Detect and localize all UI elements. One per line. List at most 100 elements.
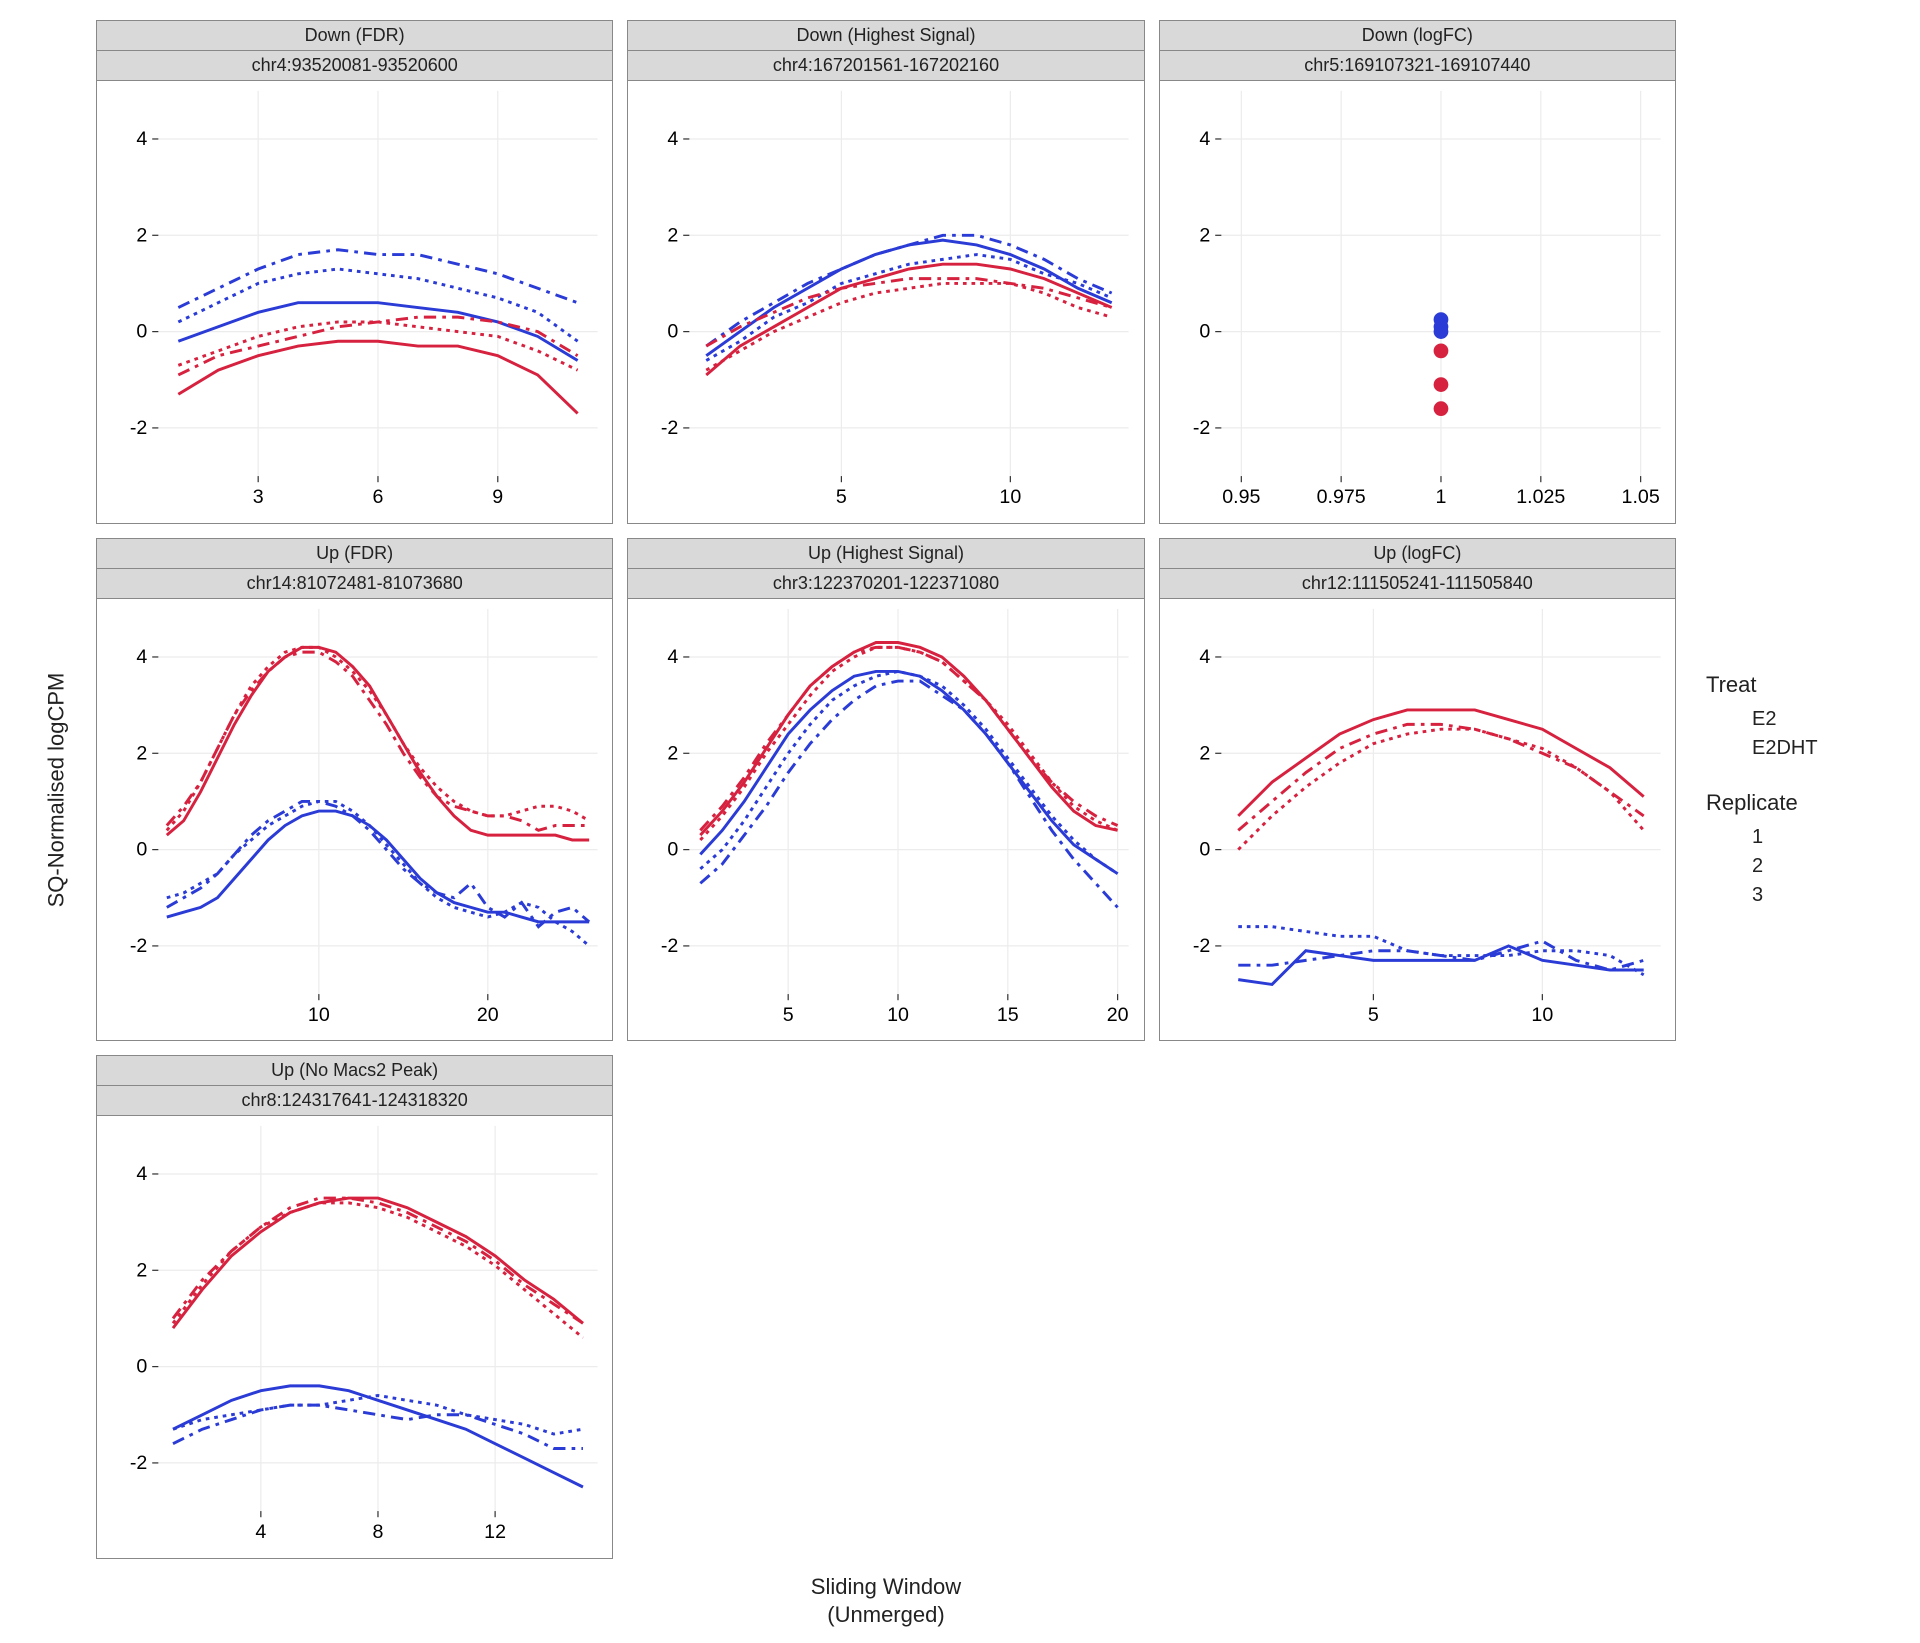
svg-text:0: 0 [136, 321, 147, 343]
facet-title: Up (Highest Signal) [628, 539, 1143, 569]
facet-title: Down (Highest Signal) [628, 21, 1143, 51]
svg-text:2: 2 [136, 1260, 147, 1282]
svg-text:4: 4 [136, 128, 147, 150]
series-E2-rep2 [167, 801, 589, 945]
series-E2-rep1 [1238, 946, 1643, 985]
svg-text:2: 2 [668, 224, 679, 246]
svg-text:5: 5 [836, 486, 847, 508]
svg-text:4: 4 [255, 1521, 266, 1543]
svg-text:0.95: 0.95 [1222, 486, 1260, 508]
svg-text:1.05: 1.05 [1621, 486, 1659, 508]
svg-text:4: 4 [136, 1164, 147, 1186]
series-E2DHT-rep2 [707, 283, 1112, 370]
plot-area: -2024369 [97, 81, 612, 523]
svg-text:5: 5 [783, 1004, 794, 1026]
svg-text:5: 5 [1368, 1004, 1379, 1026]
svg-text:10: 10 [308, 1004, 330, 1026]
svg-text:-2: -2 [130, 417, 147, 439]
facet-title: Down (FDR) [97, 21, 612, 51]
point-E2-rep3 [1433, 324, 1448, 339]
svg-text:2: 2 [136, 742, 147, 764]
svg-text:10: 10 [1000, 486, 1022, 508]
svg-text:8: 8 [373, 1521, 384, 1543]
svg-text:2: 2 [668, 742, 679, 764]
svg-text:0.975: 0.975 [1316, 486, 1365, 508]
svg-text:-2: -2 [1193, 417, 1210, 439]
svg-text:6: 6 [373, 486, 384, 508]
svg-text:-2: -2 [130, 1452, 147, 1474]
legend-item-e2dht: E2DHT [1706, 737, 1890, 760]
series-E2DHT-rep2 [1238, 729, 1643, 849]
series-E2-rep3 [167, 801, 589, 926]
svg-text:20: 20 [477, 1004, 499, 1026]
svg-text:15: 15 [997, 1004, 1019, 1026]
svg-text:4: 4 [1199, 646, 1210, 668]
facet-subtitle: chr14:81072481-81073680 [97, 569, 612, 599]
plot-area: -2 0 2 4 0.95 0.975 1 1.025 1.05 [1160, 81, 1675, 523]
svg-text:-2: -2 [130, 935, 147, 957]
panel-up-fdr: Up (FDR)chr14:81072481-81073680 -2 0 2 4 10 20 [96, 538, 613, 1042]
legend-item-e2: E2 [1706, 708, 1890, 731]
svg-text:0: 0 [136, 1356, 147, 1378]
facet-subtitle: chr8:124317641-124318320 [97, 1086, 612, 1116]
series-E2-rep1 [167, 811, 589, 922]
legend-treat-title: Treat [1706, 672, 1890, 698]
svg-text:0: 0 [1199, 321, 1210, 343]
series-E2DHT-rep1 [701, 642, 1118, 835]
series-E2DHT-rep1 [707, 264, 1112, 375]
svg-text:4: 4 [668, 128, 679, 150]
facet-subtitle: chr4:167201561-167202160 [628, 51, 1143, 81]
facet-subtitle: chr5:169107321-169107440 [1160, 51, 1675, 81]
facet-grid: SQ-Normalised logCPM Down (FDR)chr4:9352… [30, 20, 1890, 1420]
svg-text:1.025: 1.025 [1516, 486, 1565, 508]
svg-text:20: 20 [1107, 1004, 1129, 1026]
panel-down-logfc: Down (logFC)chr5:169107321-169107440 -2 0 2… [1159, 20, 1676, 524]
svg-text:10: 10 [887, 1004, 909, 1026]
panel-up-logfc: Up (logFC)chr12:111505241-111505840 -2 0 2 4… [1159, 538, 1676, 1042]
series-E2DHT-rep2 [167, 647, 589, 830]
svg-text:10: 10 [1531, 1004, 1553, 1026]
y-axis-label: SQ-Normalised logCPM [30, 20, 82, 1559]
svg-text:4: 4 [1199, 128, 1210, 150]
svg-text:-2: -2 [661, 935, 678, 957]
svg-text:-2: -2 [1193, 935, 1210, 957]
svg-text:0: 0 [668, 321, 679, 343]
legend-item-rep2: 2 [1706, 855, 1890, 878]
svg-text:0: 0 [136, 838, 147, 860]
svg-text:4: 4 [668, 646, 679, 668]
svg-text:2: 2 [136, 224, 147, 246]
series-E2DHT-rep3 [1238, 724, 1643, 830]
legend-rep-title: Replicate [1706, 790, 1890, 816]
facet-subtitle: chr3:122370201-122371080 [628, 569, 1143, 599]
svg-text:9: 9 [492, 486, 503, 508]
x-axis-label: Sliding Window(Unmerged) [96, 1573, 1676, 1643]
facet-title: Up (logFC) [1160, 539, 1675, 569]
svg-text:2: 2 [1199, 224, 1210, 246]
svg-text:12: 12 [484, 1521, 506, 1543]
panel-up-nomacs2: Up (No Macs2 Peak)chr8:124317641-1243183… [96, 1055, 613, 1559]
facet-subtitle: chr12:111505241-111505840 [1160, 569, 1675, 599]
panel-down-highest: Down (Highest Signal)chr4:167201561-1672… [627, 20, 1144, 524]
plot-area: -2 0 2 4 4 8 12 [97, 1116, 612, 1558]
legend-item-rep1: 1 [1706, 826, 1890, 849]
point-E2DHT-rep1 [1433, 344, 1448, 359]
plot-area: -2 0 2 4 5 10 [1160, 599, 1675, 1041]
plot-area: -2 0 2 4 10 20 [97, 599, 612, 1041]
facet-title: Down (logFC) [1160, 21, 1675, 51]
svg-text:-2: -2 [661, 417, 678, 439]
facet-subtitle: chr4:93520081-93520600 [97, 51, 612, 81]
plot-area: -2 0 2 4 5 10 15 20 [628, 599, 1143, 1041]
facet-title: Up (FDR) [97, 539, 612, 569]
plot-area: -2 0 2 4 5 10 [628, 81, 1143, 523]
svg-text:0: 0 [1199, 838, 1210, 860]
series-E2-rep1 [701, 671, 1118, 873]
legend-item-rep3: 3 [1706, 884, 1890, 907]
svg-text:0: 0 [668, 838, 679, 860]
svg-text:1: 1 [1435, 486, 1446, 508]
svg-text:2: 2 [1199, 742, 1210, 764]
svg-text:4: 4 [136, 646, 147, 668]
series-E2-rep1 [707, 240, 1112, 356]
panel-down-fdr: Down (FDR)chr4:93520081-93520600-2024369 [96, 20, 613, 524]
facet-title: Up (No Macs2 Peak) [97, 1056, 612, 1086]
point-E2DHT-rep3 [1433, 401, 1448, 416]
